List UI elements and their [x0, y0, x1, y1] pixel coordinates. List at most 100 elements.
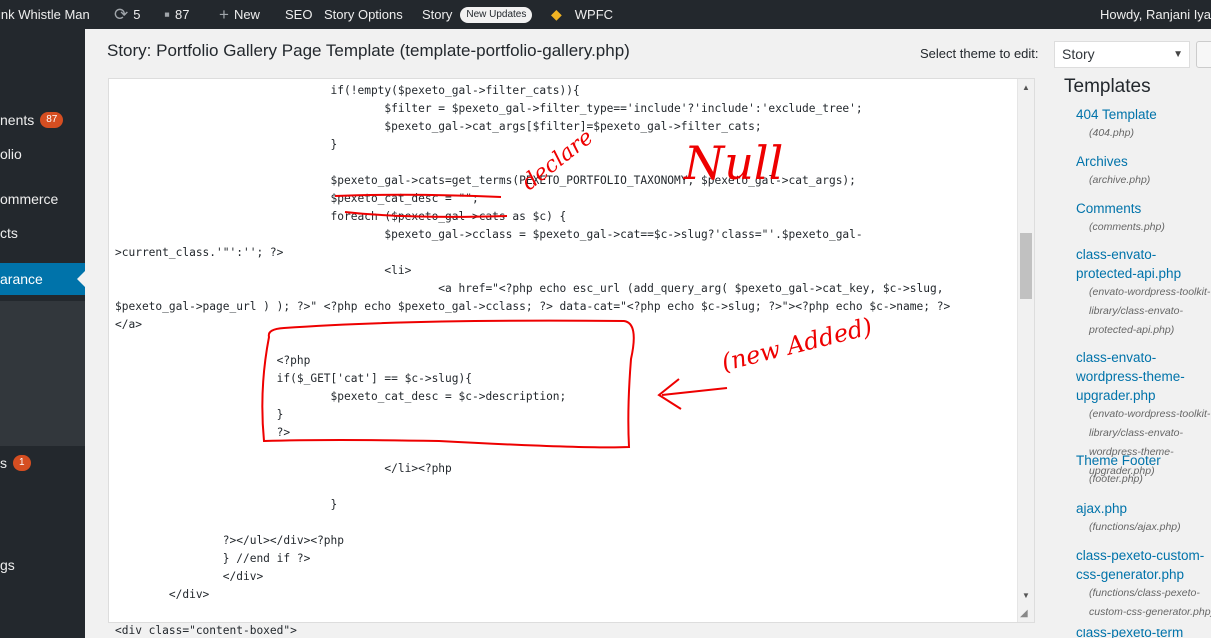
story-updates-link[interactable]: Story New Updates [422, 0, 533, 29]
seo-label: SEO [285, 7, 313, 22]
sidebar-item-label: s [0, 455, 7, 471]
sidebar-item-woocommerce[interactable]: ommerce [0, 191, 58, 207]
code-line: ?> [115, 426, 291, 439]
story-label: Story [422, 7, 453, 22]
resize-handle-icon[interactable]: ◢ [1020, 608, 1032, 620]
theme-select-value: Story [1062, 46, 1095, 62]
story-options-link[interactable]: Story Options [324, 0, 403, 29]
code-line: } [115, 138, 338, 151]
code-line: $pexeto_gal->page_url ) ); ?>" <?php ech… [115, 300, 951, 313]
scroll-down-icon[interactable]: ▼ [1018, 589, 1034, 603]
code-line: <a href="<?php echo esc_url (add_query_a… [115, 282, 944, 295]
appearance-submenu [0, 301, 85, 446]
template-file: (footer.php) [1089, 473, 1143, 485]
code-line: $pexeto_gal->cat_args[$filter]=$pexeto_g… [115, 120, 762, 133]
theme-select[interactable]: Story ▼ [1054, 41, 1190, 68]
comments-link[interactable]: ▪ 87 [164, 0, 190, 29]
updates-link[interactable]: ⟳ 5 [114, 0, 140, 29]
template-file: (comments.php) [1089, 221, 1165, 233]
page-title: Story: Portfolio Gallery Page Template (… [107, 41, 630, 60]
sidebar-item-products[interactable]: cts [0, 225, 18, 241]
code-line: $pexeto_cat_desc = ""; [115, 192, 479, 205]
new-updates-badge: New Updates [460, 6, 533, 23]
code-line: </li><?php [115, 462, 452, 475]
template-file: (envato-wordpress-toolkit-library/class-… [1089, 286, 1211, 336]
template-item[interactable]: 404 Template (404.php) [1076, 105, 1211, 143]
template-file: (functions/class-pexeto-custom-css-gener… [1089, 587, 1211, 618]
seo-link[interactable]: SEO [285, 0, 312, 29]
template-name-link[interactable]: class-envato-protected-api.php [1076, 245, 1211, 283]
admin-bar: ink Whistle Man ⟳ 5 ▪ 87 + New SEO Story… [0, 0, 1211, 29]
dropdown-arrow-icon: ▼ [1173, 49, 1183, 60]
howdy-text: Howdy, Ranjani Iya [1100, 7, 1211, 22]
code-line: ?></ul></div><?php [115, 534, 345, 547]
code-line: if($_GET['cat'] == $c->slug){ [115, 372, 472, 385]
site-name-link[interactable]: ink Whistle Man [0, 0, 90, 29]
site-name: ink Whistle Man [0, 7, 90, 22]
scroll-up-icon[interactable]: ▲ [1018, 81, 1034, 95]
template-name-link[interactable]: Archives [1076, 152, 1211, 171]
sidebar-item-settings[interactable]: gs [0, 557, 15, 573]
wpfc-link[interactable]: ◆ WPFC [551, 0, 613, 29]
refresh-icon: ⟳ [114, 5, 129, 24]
sidebar-item-label: cts [0, 225, 18, 241]
sidebar-item-appearance[interactable]: arance [0, 263, 85, 295]
template-item[interactable]: Comments (comments.php) [1076, 199, 1211, 237]
updates-count: 5 [133, 7, 141, 22]
template-name-link[interactable]: Comments [1076, 199, 1211, 218]
template-item[interactable]: Archives (archive.php) [1076, 152, 1211, 190]
template-name-link[interactable]: 404 Template [1076, 105, 1211, 124]
comments-count-badge: 87 [40, 112, 64, 128]
code-line: </div> [115, 570, 264, 583]
template-file: (404.php) [1089, 127, 1134, 139]
comments-count: 87 [175, 7, 190, 22]
current-indicator [77, 271, 85, 287]
sidebar-item-label: gs [0, 557, 15, 573]
new-content-link[interactable]: + New [219, 0, 260, 29]
code-line: } [115, 408, 284, 421]
code-line: foreach ($pexeto_gal->cats as $c) { [115, 210, 567, 223]
sidebar-item-label: arance [0, 271, 43, 287]
template-item[interactable]: class-envato-protected-api.php (envato-w… [1076, 245, 1211, 340]
sidebar-item-comments[interactable]: nents 87 [0, 112, 64, 128]
cheetah-icon: ◆ [551, 6, 562, 22]
code-line: $pexeto_gal->cats=get_terms(PEXETO_PORTF… [115, 174, 856, 187]
template-name-link[interactable]: class-pexeto-term [1076, 629, 1211, 638]
sidebar-item-portfolio[interactable]: olio [0, 146, 22, 162]
comment-bubble-icon: ▪ [164, 5, 171, 24]
code-textarea[interactable]: if(!empty($pexeto_gal->filter_cats)){ $f… [115, 79, 1015, 637]
template-name-link[interactable]: class-pexeto-custom-css-generator.php [1076, 546, 1211, 584]
new-label: New [233, 7, 260, 22]
code-line: } [115, 498, 338, 511]
my-account-link[interactable]: Howdy, Ranjani Iya [1100, 0, 1211, 29]
code-line: <div class="content-boxed"> [115, 624, 297, 637]
template-file: (functions/ajax.php) [1089, 521, 1181, 533]
code-line: if(!empty($pexeto_gal->filter_cats)){ [115, 84, 580, 97]
admin-sidebar: nents 87 olio ommerce cts arance s 1 gs [0, 29, 85, 638]
wpfc-label: WPFC [574, 7, 614, 22]
sidebar-item-label: ommerce [0, 191, 59, 207]
code-line: </a> [115, 318, 142, 331]
plus-icon: + [219, 5, 229, 24]
code-line: $pexeto_cat_desc = $c->description; [115, 390, 567, 403]
editor-scrollbar[interactable]: ▲ ▼ [1017, 79, 1034, 622]
template-item[interactable]: class-pexeto-custom-css-generator.php (f… [1076, 546, 1211, 622]
code-line: </div> [115, 588, 210, 601]
code-line: <?php [115, 354, 311, 367]
theme-select-label: Select theme to edit: [920, 46, 1039, 61]
sidebar-item-plugins[interactable]: s 1 [0, 455, 31, 471]
select-theme-button[interactable] [1196, 41, 1211, 68]
template-name-link[interactable]: Theme Footer [1076, 451, 1211, 470]
code-line: $filter = $pexeto_gal->filter_type=='inc… [115, 102, 863, 115]
sidebar-item-label: olio [0, 146, 22, 162]
code-editor[interactable]: if(!empty($pexeto_gal->filter_cats)){ $f… [108, 78, 1035, 637]
template-item[interactable]: Theme Footer (footer.php) [1076, 451, 1211, 489]
story-options-label: Story Options [324, 7, 403, 22]
template-name-link[interactable]: class-envato-wordpress-theme-upgrader.ph… [1076, 348, 1211, 405]
template-name-link[interactable]: ajax.php [1076, 499, 1211, 518]
plugins-count-badge: 1 [13, 455, 31, 471]
code-line: $pexeto_gal->cclass = $pexeto_gal->cat==… [115, 228, 863, 241]
scrollbar-thumb[interactable] [1020, 233, 1032, 299]
template-item[interactable]: ajax.php (functions/ajax.php) [1076, 499, 1211, 537]
template-item[interactable]: class-pexeto-term [1076, 629, 1211, 638]
